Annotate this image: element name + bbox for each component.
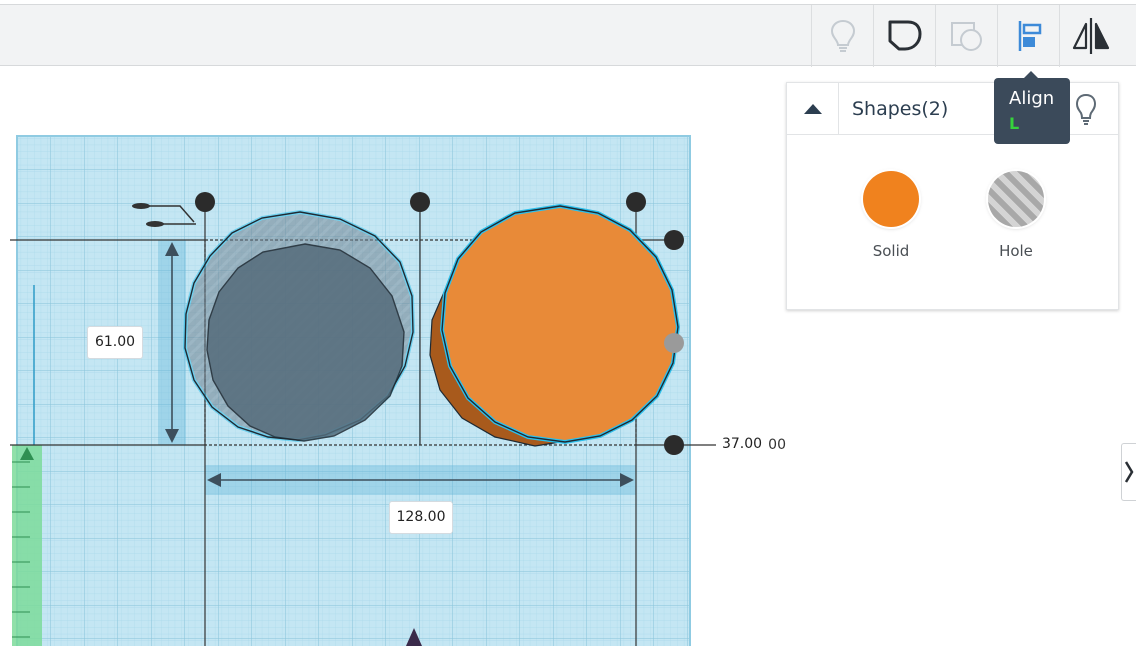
tooltip-title: Align: [1009, 88, 1055, 109]
align-button[interactable]: [997, 5, 1059, 67]
mirror-icon: [1072, 18, 1109, 54]
lightbulb-icon[interactable]: [1071, 91, 1101, 127]
length-dimension[interactable]: 128.00: [390, 502, 452, 533]
resize-handle[interactable]: [410, 192, 430, 212]
tinkercad-editor: 61.00 128.00 00 37.00 Shapes(2) Solid Ho…: [0, 0, 1136, 646]
collapse-panel-button[interactable]: [787, 83, 839, 134]
expand-side-panel-button[interactable]: [1121, 443, 1136, 501]
ruler[interactable]: [12, 445, 42, 646]
caret-up-icon: [803, 103, 822, 114]
panel-title: Shapes(2): [852, 98, 949, 120]
height-handle[interactable]: [664, 333, 684, 353]
align-icon: [1018, 21, 1041, 51]
ungroup-shape-icon: [950, 22, 982, 51]
lightbulb-icon: [830, 19, 855, 52]
mirror-button[interactable]: [1059, 5, 1121, 67]
group-button[interactable]: [873, 5, 935, 67]
resize-handle[interactable]: [195, 192, 215, 212]
chevron-right-icon: [1124, 461, 1134, 483]
group-shape-icon: [888, 20, 921, 51]
tooltip-shortcut: L: [1009, 114, 1020, 133]
resize-handle[interactable]: [626, 192, 646, 212]
align-tooltip: Align L: [994, 71, 1070, 144]
hole-label: Hole: [999, 242, 1033, 260]
hole-cylinder[interactable]: [182, 209, 416, 443]
hole-swatch[interactable]: [988, 171, 1044, 227]
ungroup-button[interactable]: [935, 5, 997, 67]
resize-handle[interactable]: [664, 435, 684, 455]
top-toolbar: [0, 4, 1136, 67]
solid-label: Solid: [872, 242, 910, 260]
solid-swatch[interactable]: [863, 171, 919, 227]
width-dimension[interactable]: 61.00: [88, 327, 142, 358]
height-dimension[interactable]: 37.00: [716, 432, 768, 456]
resize-handle[interactable]: [664, 230, 684, 250]
notes-button[interactable]: [811, 5, 873, 67]
